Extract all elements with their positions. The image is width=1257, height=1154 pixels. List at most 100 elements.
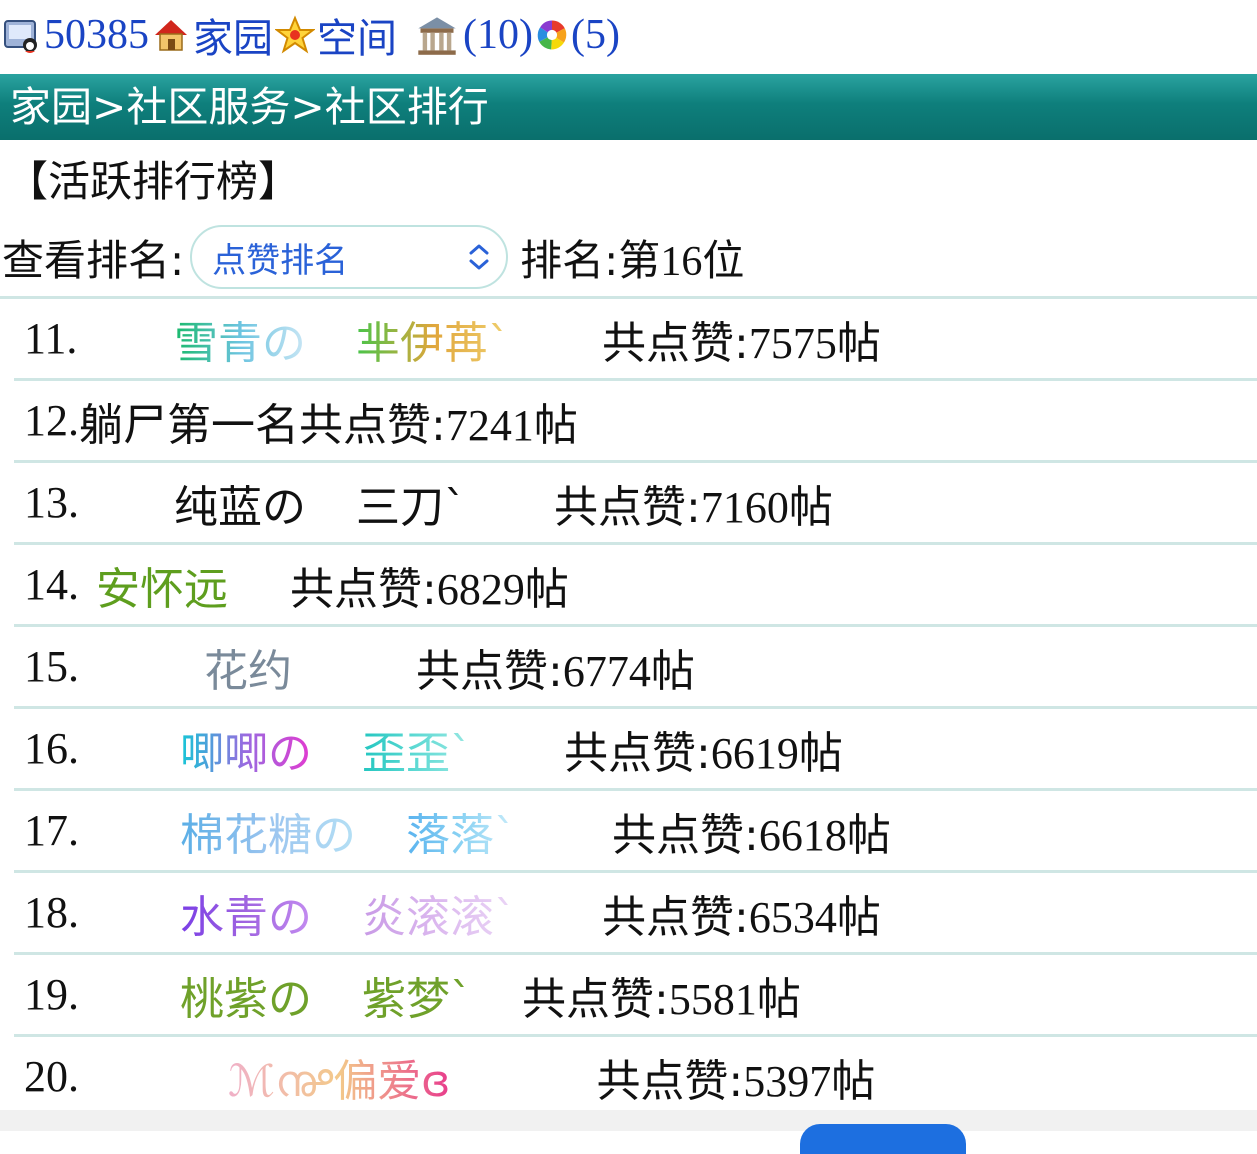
list-item: 16. 唧唧の 歪歪ˋ 共点赞:6619帖 xyxy=(14,709,1257,791)
rank-control-row: 查看排名: 点赞排名 排名:第16位 xyxy=(2,222,744,292)
likes-unit: 帖 xyxy=(788,481,833,533)
likes-unit: 帖 xyxy=(650,645,695,697)
likes-unit: 帖 xyxy=(533,399,578,451)
likes-value: 5397 xyxy=(743,1056,832,1106)
list-item: 15. 花约 共点赞:6774帖 xyxy=(14,627,1257,709)
likes-count: 共点赞:6774帖 xyxy=(416,635,695,699)
likes-count: 共点赞:7160帖 xyxy=(554,471,833,535)
user-name-part: 水青の xyxy=(180,891,312,943)
likes-count: 共点赞:6618帖 xyxy=(612,799,891,863)
likes-label: 共点赞: xyxy=(596,1055,744,1107)
user-name-link[interactable]: 花约 xyxy=(204,635,292,699)
likes-unit: 帖 xyxy=(756,973,801,1025)
bottom-bar xyxy=(0,1110,1257,1154)
user-name-part: 安怀远 xyxy=(96,563,228,615)
list-item: 13. 纯蓝の 三刀ˋ 共点赞:7160帖 xyxy=(14,463,1257,545)
space-link[interactable]: 空间 xyxy=(317,6,397,64)
my-rank-value: 16 xyxy=(660,238,703,285)
likes-value: 6534 xyxy=(748,892,837,942)
user-name-part: 三刀ˋ xyxy=(356,481,466,533)
user-name-part: 落落ˋ xyxy=(406,809,516,861)
rank-type-selected: 点赞排名 xyxy=(212,240,349,281)
likes-count: 共点赞:7575帖 xyxy=(602,307,881,371)
qq-user-icon[interactable] xyxy=(2,15,42,55)
likes-label: 共点赞: xyxy=(522,973,669,1025)
list-item: 12. 躺尸第一名 共点赞:7241帖 xyxy=(14,381,1257,463)
likes-label: 共点赞: xyxy=(602,317,749,369)
view-rank-label: 查看排名: xyxy=(2,235,185,285)
likes-unit: 帖 xyxy=(524,563,569,615)
user-name-link[interactable]: 雪青の 芈伊苒ˋ xyxy=(174,307,510,371)
likes-value: 5581 xyxy=(668,974,757,1024)
likes-value: 6829 xyxy=(436,564,525,614)
list-item: 17. 棉花糖の 落落ˋ 共点赞:6618帖 xyxy=(14,791,1257,873)
user-name-part: 躺尸第一名 xyxy=(79,399,299,451)
list-item: 11. 雪青の 芈伊苒ˋ 共点赞:7575帖 xyxy=(14,299,1257,381)
user-name-part: 雪青の xyxy=(174,317,306,369)
likes-unit: 帖 xyxy=(836,317,881,369)
user-name-link[interactable]: 纯蓝の 三刀ˋ xyxy=(174,471,466,535)
building-icon[interactable] xyxy=(413,13,461,57)
rank-index: 15. xyxy=(24,642,79,691)
likes-value: 6774 xyxy=(562,646,651,696)
rank-index: 12. xyxy=(24,396,79,445)
likes-count: 共点赞:6619帖 xyxy=(564,717,843,781)
rank-index: 16. xyxy=(24,724,79,773)
likes-value: 7241 xyxy=(445,400,534,450)
likes-value: 7575 xyxy=(748,318,837,368)
section-title: 【活跃排行榜】 xyxy=(6,157,301,206)
likes-count: 共点赞:7241帖 xyxy=(299,389,578,453)
user-name-link[interactable]: 唧唧の 歪歪ˋ xyxy=(180,717,472,781)
home-link[interactable]: 家园 xyxy=(193,6,273,64)
likes-unit: 帖 xyxy=(831,1055,876,1107)
top-nav-bar: 50385 家园 空间 (10) (5) xyxy=(0,0,1257,70)
user-name-link[interactable]: 桃紫の 紫梦ˋ xyxy=(180,963,472,1027)
likes-label: 共点赞: xyxy=(290,563,437,615)
user-name-link[interactable]: 安怀远 xyxy=(96,553,228,617)
likes-value: 6619 xyxy=(710,728,799,778)
likes-count: 共点赞:6534帖 xyxy=(602,881,881,945)
likes-count: 共点赞:6829帖 xyxy=(290,553,569,617)
user-name-link[interactable]: 水青の 炎滚滚ˋ xyxy=(180,881,516,945)
list-item: 14. 安怀远 共点赞:6829帖 xyxy=(14,545,1257,627)
building-count[interactable]: (10) xyxy=(463,11,533,59)
likes-count: 共点赞:5581帖 xyxy=(522,963,801,1027)
rank-index: 17. xyxy=(24,806,79,855)
user-name-part: 纯蓝の xyxy=(174,481,306,533)
user-name-part: 唧唧の xyxy=(180,727,312,779)
likes-label: 共点赞: xyxy=(602,891,749,943)
user-id-link[interactable]: 50385 xyxy=(44,11,149,59)
likes-label: 共点赞: xyxy=(554,481,701,533)
rank-index: 18. xyxy=(24,888,79,937)
photo-count[interactable]: (5) xyxy=(571,11,620,59)
list-item: 19. 桃紫の 紫梦ˋ 共点赞:5581帖 xyxy=(14,955,1257,1037)
rank-type-select[interactable]: 点赞排名 xyxy=(190,225,509,289)
user-name-part: 花约 xyxy=(204,645,292,697)
user-name-part: 桃紫の xyxy=(180,973,312,1025)
user-name-link[interactable]: ℳ൲偏爱ɞ xyxy=(228,1045,450,1109)
user-name-link[interactable]: 躺尸第一名 xyxy=(79,389,299,453)
home-icon[interactable] xyxy=(151,15,191,55)
user-name-part: 芈伊苒ˋ xyxy=(356,317,510,369)
my-rank-label: 排名:第 xyxy=(520,235,661,285)
bottom-button[interactable] xyxy=(800,1124,966,1154)
rank-index: 20. xyxy=(24,1052,79,1101)
user-name-part: 紫梦ˋ xyxy=(362,973,472,1025)
user-name-part: ℳ൲偏爱ɞ xyxy=(228,1055,451,1107)
list-item: 18. 水青の 炎滚滚ˋ 共点赞:6534帖 xyxy=(14,873,1257,955)
rank-index: 19. xyxy=(24,970,79,1019)
user-name-part: 棉花糖の xyxy=(180,809,356,861)
likes-count: 共点赞:5397帖 xyxy=(596,1045,875,1109)
likes-label: 共点赞: xyxy=(612,809,759,861)
photo-wheel-icon[interactable] xyxy=(535,18,569,52)
likes-unit: 帖 xyxy=(798,727,843,779)
star-icon[interactable] xyxy=(275,15,315,55)
user-name-link[interactable]: 棉花糖の 落落ˋ xyxy=(180,799,516,863)
likes-label: 共点赞: xyxy=(564,727,711,779)
likes-unit: 帖 xyxy=(846,809,891,861)
list-item: 20. ℳ൲偏爱ɞ 共点赞:5397帖 xyxy=(14,1037,1257,1119)
likes-value: 6618 xyxy=(758,810,847,860)
rank-index: 13. xyxy=(24,478,79,527)
ranking-list: 11. 雪青の 芈伊苒ˋ 共点赞:7575帖 12. 躺尸第一名 共点赞:7241… xyxy=(14,299,1257,1119)
likes-label: 共点赞: xyxy=(416,645,563,697)
